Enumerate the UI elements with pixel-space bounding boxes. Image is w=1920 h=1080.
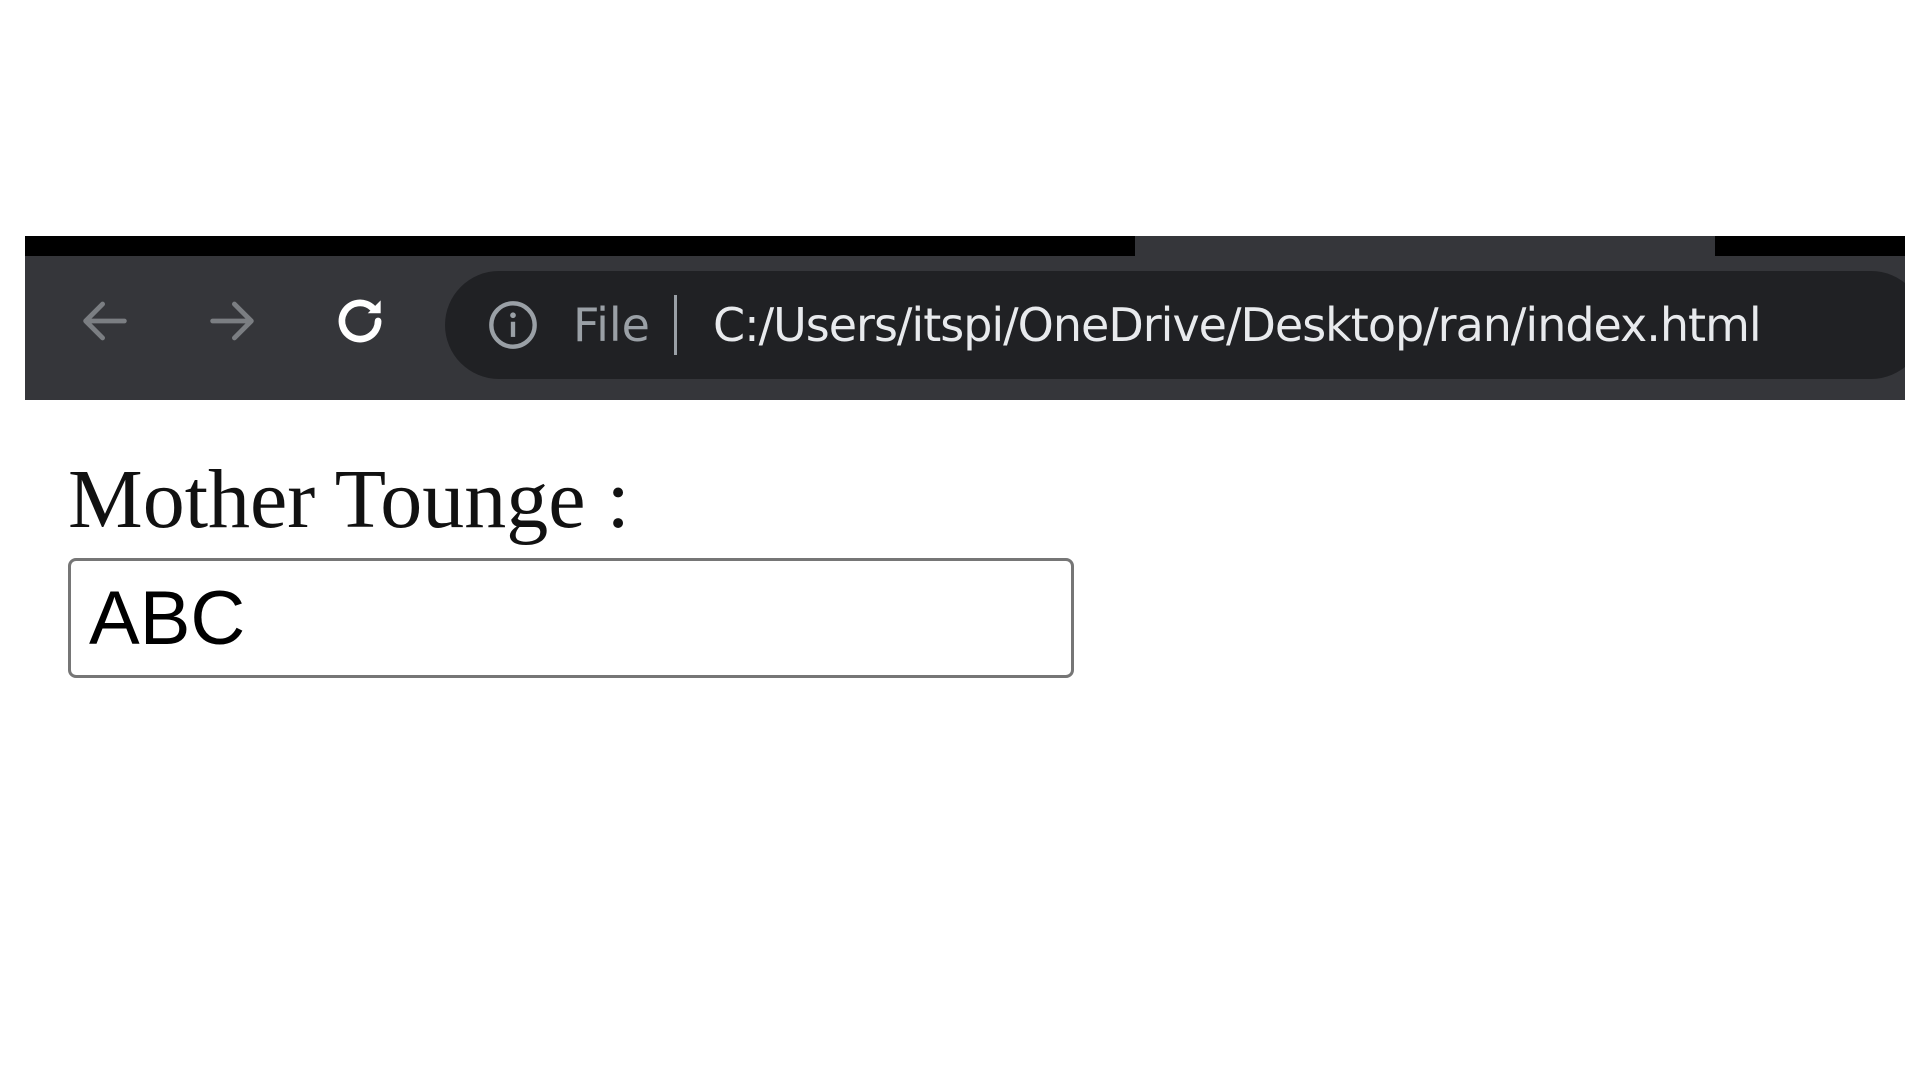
- mother-tongue-label: Mother Tounge :: [68, 453, 630, 546]
- tab-strip: [25, 236, 1905, 256]
- browser-chrome: File C:/Users/itspi/OneDrive/Desktop/ran…: [25, 236, 1905, 400]
- screen: File C:/Users/itspi/OneDrive/Desktop/ran…: [0, 0, 1920, 1080]
- forward-button[interactable]: [197, 286, 267, 356]
- browser-toolbar: File C:/Users/itspi/OneDrive/Desktop/ran…: [25, 256, 1905, 400]
- site-info-button[interactable]: [487, 299, 539, 351]
- active-tab[interactable]: [1117, 236, 1733, 256]
- info-icon: [489, 301, 537, 349]
- address-bar[interactable]: File C:/Users/itspi/OneDrive/Desktop/ran…: [445, 271, 1905, 379]
- omnibox-divider: [673, 295, 677, 355]
- arrow-right-icon: [210, 301, 254, 341]
- reload-button[interactable]: [325, 286, 395, 356]
- back-button[interactable]: [70, 286, 140, 356]
- mother-tongue-input[interactable]: [68, 558, 1074, 678]
- reload-icon: [338, 299, 382, 343]
- scheme-chip: File: [573, 298, 650, 352]
- arrow-left-icon: [83, 301, 127, 341]
- url-text[interactable]: C:/Users/itspi/OneDrive/Desktop/ran/inde…: [713, 298, 1762, 352]
